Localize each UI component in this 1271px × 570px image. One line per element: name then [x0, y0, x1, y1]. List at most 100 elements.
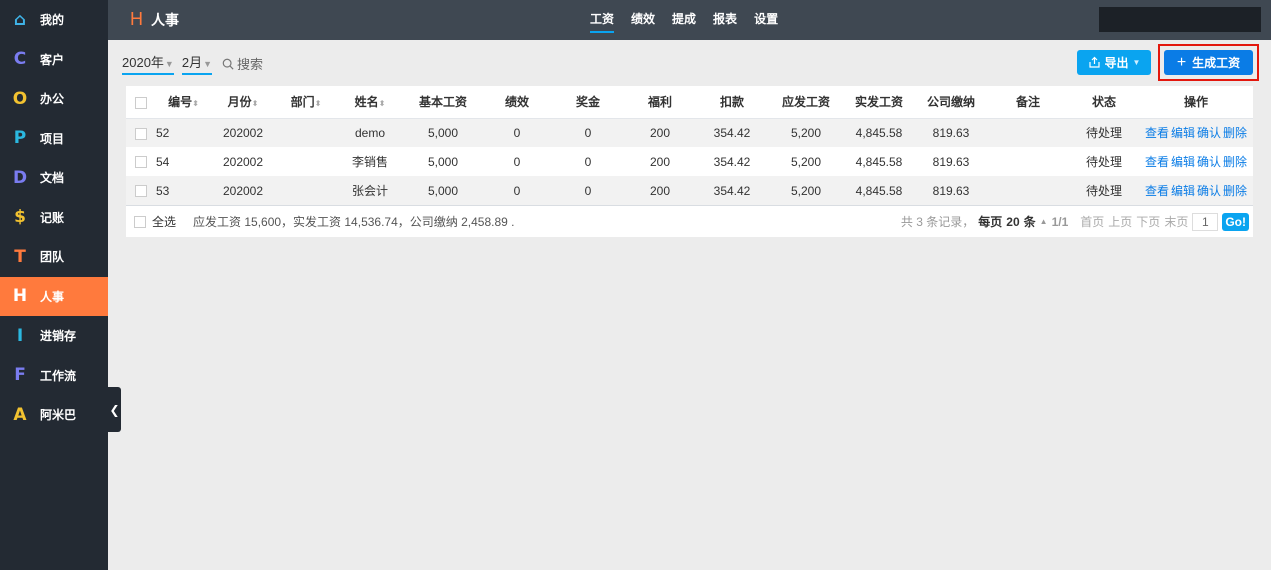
first-page-link[interactable]: 首页: [1080, 213, 1104, 230]
next-page-link[interactable]: 下页: [1136, 213, 1160, 230]
sidebar-item-label: 文档: [40, 171, 65, 186]
search-link[interactable]: 搜索: [222, 54, 263, 73]
sidebar-item-8[interactable]: I 进销存: [0, 316, 108, 356]
sidebar-item-3[interactable]: P 项目: [0, 119, 108, 159]
per-page-select[interactable]: 20: [1006, 215, 1019, 229]
action-view[interactable]: 查看: [1145, 126, 1169, 140]
action-confirm[interactable]: 确认: [1197, 126, 1221, 140]
header-checkbox[interactable]: [135, 96, 147, 109]
table-cell: 张会计: [351, 184, 388, 198]
sidebar-item-5[interactable]: $ 记账: [0, 198, 108, 238]
last-page-link[interactable]: 末页: [1164, 213, 1188, 230]
table-cell: 李销售: [351, 155, 388, 169]
tab-reports[interactable]: 报表: [713, 0, 737, 40]
sidebar-item-4[interactable]: D 文档: [0, 158, 108, 198]
table-row: 52 202002 demo 5,000 0 0 200 354.42 5,200 4,845.5…: [126, 118, 1253, 147]
action-confirm[interactable]: 确认: [1197, 155, 1221, 169]
global-search-input[interactable]: [1099, 7, 1271, 32]
table-cell: 待处理: [1085, 155, 1122, 169]
app-name: 人事: [151, 11, 179, 28]
module-letter-icon: C: [13, 49, 27, 70]
prev-page-link[interactable]: 上页: [1108, 213, 1132, 230]
table-cell: 待处理: [1085, 184, 1122, 198]
select-all-label[interactable]: 全选: [152, 213, 176, 230]
generate-salary-button[interactable]: + 生成工资: [1164, 50, 1253, 75]
sort-icon[interactable]: ⬍: [252, 99, 259, 108]
table-header-row: 编号⬍ 月份⬍ 部门⬍ 姓名⬍ 基本工资 绩效 奖金 福利 扣款 应发工资 实发工资 公司缴纳 备注 状态…: [126, 86, 1253, 119]
row-actions: 查看 编辑 确认 删除: [1139, 176, 1253, 205]
sidebar-item-2[interactable]: O 办公: [0, 79, 108, 119]
table-cell: 52: [156, 125, 170, 140]
sort-icon[interactable]: ⬍: [315, 99, 322, 108]
column-label: 月份: [227, 95, 252, 110]
module-letter-icon: A: [13, 404, 27, 425]
module-letter-icon: O: [12, 88, 28, 109]
sidebar-item-label: 客户: [40, 52, 65, 67]
sidebar-item-1[interactable]: C 客户: [0, 40, 108, 80]
plus-icon: +: [1176, 53, 1187, 71]
sidebar-item-10[interactable]: A 阿米巴: [0, 395, 108, 435]
table-cell: 4,845.58: [855, 183, 903, 198]
sidebar-item-0[interactable]: ⌂ 我的: [0, 0, 108, 40]
column-header[interactable]: 部门⬍: [275, 86, 337, 119]
table-cell: [987, 118, 1069, 147]
column-label: 实发工资: [854, 95, 903, 110]
tab-performance[interactable]: 绩效: [631, 0, 655, 40]
go-button[interactable]: Go!: [1222, 212, 1249, 231]
sort-icon[interactable]: ⬍: [192, 99, 199, 108]
sidebar-item-9[interactable]: F 工作流: [0, 356, 108, 396]
table-cell: 0: [513, 125, 521, 140]
sidebar-item-7[interactable]: H 人事: [0, 276, 108, 316]
action-delete[interactable]: 删除: [1223, 155, 1247, 169]
module-letter-icon: I: [16, 325, 24, 346]
sidebar-item-6[interactable]: T 团队: [0, 237, 108, 277]
export-button[interactable]: 导出 ▼: [1077, 50, 1151, 75]
table-cell: 5,200: [790, 125, 822, 140]
per-page-suffix: 条: [1023, 215, 1036, 229]
column-header[interactable]: 编号⬍: [156, 86, 211, 119]
table-cell: 200: [649, 154, 671, 169]
action-edit[interactable]: 编辑: [1171, 184, 1195, 198]
module-letter-icon: $: [14, 207, 26, 228]
table-cell: 0: [584, 125, 592, 140]
table-cell: 354.42: [713, 125, 751, 140]
action-edit[interactable]: 编辑: [1171, 155, 1195, 169]
sidebar-item-label: 人事: [40, 289, 65, 304]
action-delete[interactable]: 删除: [1223, 126, 1247, 140]
column-header: 公司缴纳: [915, 86, 987, 119]
page-number-input[interactable]: [1192, 212, 1219, 231]
caret-up-icon[interactable]: ▲: [1040, 217, 1048, 226]
tab-settings[interactable]: 设置: [754, 0, 778, 40]
row-actions: 查看 编辑 确认 删除: [1139, 118, 1253, 147]
table-cell: 4,845.58: [855, 125, 903, 140]
tab-salary[interactable]: 工资: [590, 0, 615, 40]
table-cell: 5,000: [427, 154, 459, 169]
collapse-sidebar-button[interactable]: ❮: [108, 387, 121, 432]
column-label: 应发工资: [781, 95, 830, 110]
column-header[interactable]: 月份⬍: [211, 86, 275, 119]
action-confirm[interactable]: 确认: [1197, 184, 1221, 198]
column-label: 福利: [647, 95, 672, 110]
action-view[interactable]: 查看: [1145, 155, 1169, 169]
column-header[interactable]: 姓名⬍: [337, 86, 403, 119]
row-checkbox[interactable]: [135, 156, 147, 169]
table-footer: 全选 应发工资 15,600，实发工资 14,536.74，公司缴纳 2,458…: [126, 205, 1253, 237]
sidebar-item-label: 阿米巴: [40, 408, 77, 423]
column-label: 备注: [1015, 95, 1040, 110]
home-icon: ⌂: [13, 9, 27, 30]
select-all-checkbox[interactable]: [134, 215, 146, 228]
action-edit[interactable]: 编辑: [1171, 126, 1195, 140]
column-header: 操作: [1139, 86, 1253, 119]
year-select[interactable]: 2020年▼: [122, 52, 174, 75]
row-checkbox[interactable]: [135, 127, 147, 140]
row-checkbox[interactable]: [135, 185, 147, 198]
tab-commission[interactable]: 提成: [672, 0, 696, 40]
action-delete[interactable]: 删除: [1223, 184, 1247, 198]
table-cell: 0: [584, 183, 592, 198]
action-view[interactable]: 查看: [1145, 184, 1169, 198]
column-label: 绩效: [504, 95, 529, 110]
table-cell: 5,000: [427, 183, 459, 198]
month-select[interactable]: 2月▼: [181, 52, 212, 75]
sort-icon[interactable]: ⬍: [379, 99, 386, 108]
sidebar-item-label: 项目: [40, 131, 65, 146]
